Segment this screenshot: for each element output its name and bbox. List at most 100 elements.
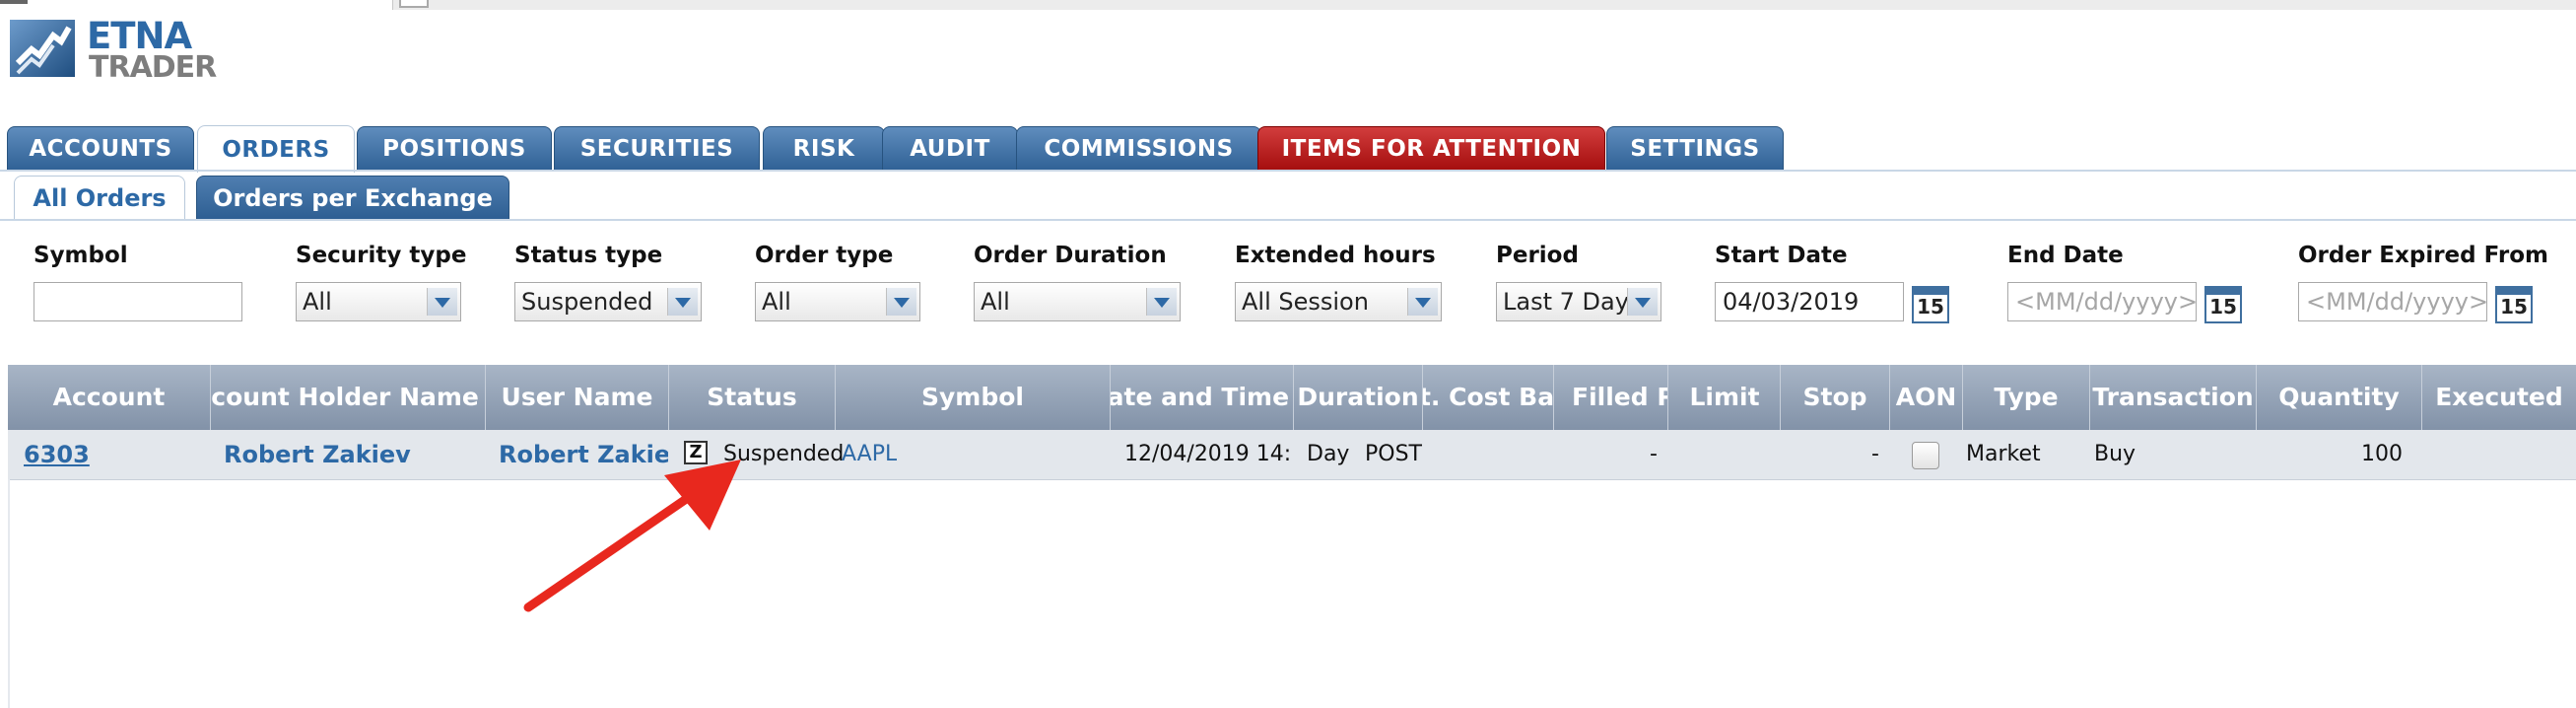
filter-label: End Date: [2007, 243, 2124, 268]
quantity-cell: 100: [2361, 442, 2403, 466]
transaction-cell: Buy: [2094, 442, 2136, 466]
etna-trader-logo: ETNA TRADER: [10, 18, 217, 83]
symbol-input[interactable]: [34, 282, 242, 321]
order-type-select[interactable]: All: [755, 282, 920, 321]
top-strip: [0, 0, 2576, 10]
column-header-limit[interactable]: Limit: [1669, 365, 1781, 430]
order-expired-from-input[interactable]: <MM/dd/yyyy>: [2298, 282, 2487, 321]
filled-price-cell: -: [1650, 442, 1658, 466]
column-header-stop[interactable]: Stop: [1781, 365, 1890, 430]
period-select[interactable]: Last 7 Days: [1496, 282, 1661, 321]
tab-label: ACCOUNTS: [29, 136, 172, 162]
chevron-down-icon[interactable]: [886, 288, 916, 316]
chevron-down-icon[interactable]: [1146, 288, 1177, 316]
tab-securities[interactable]: SECURITIES: [554, 126, 760, 171]
filter-label: Order type: [755, 243, 894, 268]
annotation-arrow: [523, 460, 741, 612]
account-holder-link[interactable]: Robert Zakiev: [224, 430, 480, 479]
column-header-account-holder-name[interactable]: Account Holder Name: [211, 365, 486, 430]
security-type-select[interactable]: All: [296, 282, 461, 321]
window-corner: [0, 0, 28, 4]
orders-grid-header: Account Account Holder Name User Name St…: [8, 365, 2576, 431]
tab-label: POSITIONS: [382, 136, 526, 162]
tab-label: SETTINGS: [1630, 136, 1760, 162]
type-cell: Market: [1966, 442, 2041, 466]
calendar-icon[interactable]: 15: [1912, 286, 1949, 323]
account-link[interactable]: 6303: [24, 430, 90, 479]
tab-risk[interactable]: RISK: [763, 126, 885, 171]
tab-positions[interactable]: POSITIONS: [357, 126, 552, 171]
column-header-transaction[interactable]: Transaction: [2090, 365, 2257, 430]
tab-orders[interactable]: ORDERS: [197, 125, 355, 173]
tab-label: RISK: [792, 136, 855, 162]
tab-label: ORDERS: [222, 136, 330, 163]
aon-checkbox[interactable]: [1912, 442, 1939, 469]
column-header-executed[interactable]: Executed: [2422, 365, 2576, 430]
filter-label: Extended hours: [1235, 243, 1436, 268]
filter-label: Order Duration: [974, 243, 1167, 268]
column-header-user-name[interactable]: User Name: [486, 365, 669, 430]
column-header-symbol[interactable]: Symbol: [836, 365, 1111, 430]
column-header-type[interactable]: Type: [1963, 365, 2090, 430]
column-header-account[interactable]: Account: [8, 365, 211, 430]
symbol-link[interactable]: AAPL: [842, 430, 897, 479]
column-header-filled-price[interactable]: Filled Price: [1554, 365, 1668, 430]
status-type-select[interactable]: Suspended: [514, 282, 702, 321]
order-duration-select[interactable]: All: [974, 282, 1181, 321]
tab-label: SECURITIES: [579, 136, 734, 162]
filter-label: Status type: [514, 243, 663, 268]
limit-cell: [1669, 430, 1778, 479]
main-tab-divider: [0, 170, 2576, 172]
tab-settings[interactable]: SETTINGS: [1606, 126, 1784, 171]
toolbar-strip: [392, 0, 2576, 10]
tab-commissions[interactable]: COMMISSIONS: [1016, 126, 1261, 171]
tab-audit[interactable]: AUDIT: [882, 126, 1018, 171]
select-value: All Session: [1242, 288, 1369, 316]
filter-label: Period: [1496, 243, 1579, 268]
column-header-duration[interactable]: Duration: [1294, 365, 1423, 430]
stop-cell: -: [1871, 442, 1879, 466]
filter-panel: Symbol Security type All Status type Sus…: [8, 221, 2576, 365]
select-value: Last 7 Days: [1503, 288, 1642, 316]
filter-label: Order Expired From: [2298, 243, 2548, 268]
duration-cell: Day: [1307, 442, 1350, 466]
column-header-date-and-time[interactable]: Date and Time: [1111, 365, 1294, 430]
subtab-all-orders[interactable]: All Orders: [14, 176, 185, 220]
select-value: All: [981, 288, 1010, 316]
start-date-input[interactable]: 04/03/2019: [1715, 282, 1904, 321]
session-cell: POST: [1365, 442, 1422, 466]
chevron-down-icon[interactable]: [1407, 288, 1438, 316]
filter-label: Symbol: [34, 243, 128, 268]
tab-items-for-attention[interactable]: ITEMS FOR ATTENTION: [1257, 126, 1605, 171]
filter-label: Start Date: [1715, 243, 1848, 268]
select-value: All: [303, 288, 332, 316]
tab-label: COMMISSIONS: [1044, 136, 1234, 162]
est-cost-cell: [1424, 430, 1552, 479]
logo-icon: [10, 20, 75, 77]
date-time-cell: 12/04/2019 14:11: [1124, 442, 1292, 466]
chevron-down-icon[interactable]: [427, 288, 457, 316]
column-header-aon[interactable]: AON: [1890, 365, 1963, 430]
tab-label: AUDIT: [910, 136, 990, 162]
executed-cell: [2422, 430, 2570, 479]
chevron-down-icon[interactable]: [667, 288, 698, 316]
subtab-orders-per-exchange[interactable]: Orders per Exchange: [196, 176, 509, 220]
column-header-est-cost-basis[interactable]: Est. Cost Basis: [1423, 365, 1554, 430]
select-value: Suspended: [521, 288, 653, 316]
column-header-quantity[interactable]: Quantity: [2257, 365, 2422, 430]
calendar-icon[interactable]: 15: [2495, 286, 2533, 323]
end-date-input[interactable]: <MM/dd/yyyy>: [2007, 282, 2197, 321]
chevron-down-icon[interactable]: [1627, 288, 1658, 316]
grid-left-border: [8, 479, 10, 708]
filter-label: Security type: [296, 243, 467, 268]
extended-hours-select[interactable]: All Session: [1235, 282, 1442, 321]
select-value: All: [762, 288, 791, 316]
logo-text-trader: TRADER: [89, 50, 217, 85]
toolbar-handle[interactable]: [399, 0, 429, 8]
table-row[interactable]: 6303 Robert Zakiev Robert Zakiev Z Suspe…: [8, 430, 2576, 480]
subtab-label: Orders per Exchange: [213, 184, 493, 212]
subtab-label: All Orders: [33, 184, 167, 212]
column-header-status[interactable]: Status: [669, 365, 836, 430]
tab-accounts[interactable]: ACCOUNTS: [7, 126, 194, 171]
calendar-icon[interactable]: 15: [2204, 286, 2242, 323]
